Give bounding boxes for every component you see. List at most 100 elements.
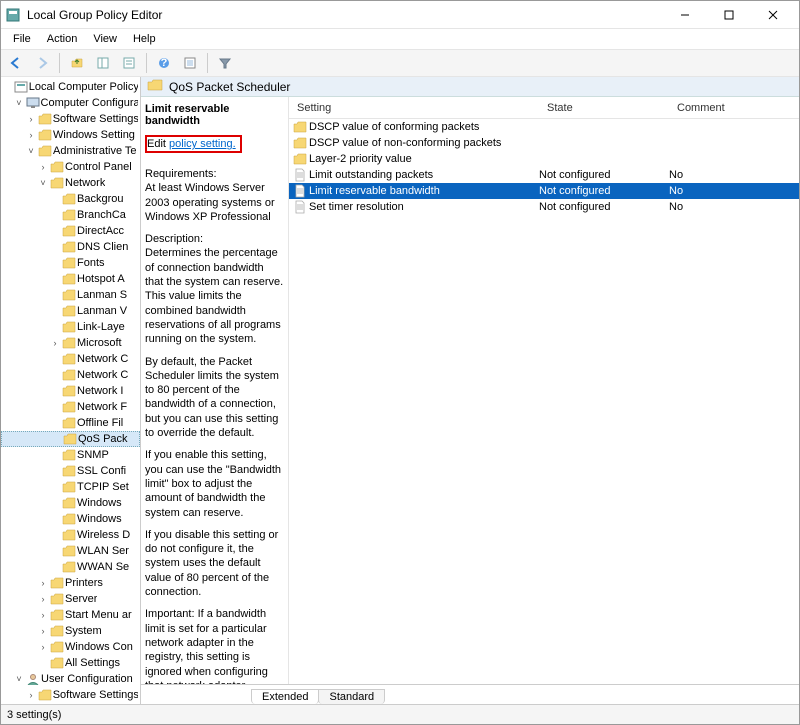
column-setting[interactable]: Setting (289, 97, 539, 118)
back-button[interactable] (5, 52, 27, 74)
list-row[interactable]: DSCP value of non-conforming packets (289, 135, 799, 151)
help-button[interactable]: ? (153, 52, 175, 74)
tree-item[interactable]: Local Computer Policy (1, 79, 140, 95)
tree-item[interactable]: ›Printers (1, 575, 140, 591)
folder-icon (49, 592, 65, 606)
tree-item[interactable]: Backgrou (1, 191, 140, 207)
toolbar-divider (59, 53, 60, 73)
filter-button[interactable] (214, 52, 236, 74)
tree-item[interactable]: Network I (1, 383, 140, 399)
expand-icon[interactable]: › (25, 690, 37, 700)
expand-icon[interactable]: › (25, 114, 37, 124)
tree-item[interactable]: DNS Clien (1, 239, 140, 255)
folder-icon (61, 512, 77, 526)
tab-extended[interactable]: Extended (251, 689, 319, 704)
tree-item[interactable]: Fonts (1, 255, 140, 271)
titlebar: Local Group Policy Editor (1, 1, 799, 29)
tree-item[interactable]: ›Microsoft (1, 335, 140, 351)
tree-item-label: DirectAcc (77, 225, 124, 237)
edit-policy-link[interactable]: policy setting. (169, 138, 236, 150)
expand-icon[interactable]: › (37, 610, 49, 620)
tree-item[interactable]: Network C (1, 351, 140, 367)
column-state[interactable]: State (539, 97, 669, 118)
expand-icon[interactable]: › (37, 642, 49, 652)
expand-icon[interactable]: ˅ (37, 178, 49, 188)
menu-file[interactable]: File (5, 31, 39, 47)
minimize-button[interactable] (663, 1, 707, 29)
tree-item-label: Administrative Te (53, 145, 137, 157)
tree-item[interactable]: Offline Fil (1, 415, 140, 431)
tree-item[interactable]: Windows (1, 511, 140, 527)
tree-item[interactable]: Lanman S (1, 287, 140, 303)
tree-item[interactable]: SSL Confi (1, 463, 140, 479)
expand-icon[interactable]: › (49, 338, 61, 348)
up-button[interactable] (66, 52, 88, 74)
expand-icon[interactable]: ˅ (13, 98, 25, 108)
tree-item-label: Network C (77, 369, 128, 381)
column-comment[interactable]: Comment (669, 97, 799, 118)
window-title: Local Group Policy Editor (27, 8, 663, 22)
folder-icon (37, 144, 53, 158)
tree-item[interactable]: DirectAcc (1, 223, 140, 239)
tree-item[interactable]: ›Windows Con (1, 639, 140, 655)
tree-item[interactable]: ›Software Settings (1, 111, 140, 127)
tree-item[interactable]: SNMP (1, 447, 140, 463)
tree-item[interactable]: ›Control Panel (1, 159, 140, 175)
tree-item[interactable]: Hotspot A (1, 271, 140, 287)
tree-item[interactable]: Windows (1, 495, 140, 511)
tree-item[interactable]: Link-Laye (1, 319, 140, 335)
tree-item[interactable]: WWAN Se (1, 559, 140, 575)
tree-item[interactable]: All Settings (1, 655, 140, 671)
tree-item[interactable]: TCPIP Set (1, 479, 140, 495)
tree-item[interactable]: ˅User Configuration (1, 671, 140, 687)
tree-item[interactable]: ˅Computer Configura (1, 95, 140, 111)
tree-item-label: WLAN Ser (77, 545, 129, 557)
tree-item-label: Software Settings (53, 689, 138, 701)
folder-icon (61, 464, 77, 478)
cell-comment: No (669, 185, 799, 197)
tree-item[interactable]: › Server (1, 591, 140, 607)
tree-item[interactable]: ˅ Administrative Te (1, 143, 140, 159)
tree-item[interactable]: Lanman V (1, 303, 140, 319)
expand-icon[interactable]: › (37, 162, 49, 172)
tree-item[interactable]: › Software Settings (1, 687, 140, 703)
list-row[interactable]: Limit outstanding packetsNot configuredN… (289, 167, 799, 183)
show-tree-button[interactable] (92, 52, 114, 74)
list-row[interactable]: DSCP value of conforming packets (289, 119, 799, 135)
menu-help[interactable]: Help (125, 31, 164, 47)
navigation-tree[interactable]: Local Computer Policy˅Computer Configura… (1, 77, 141, 704)
expand-icon[interactable]: › (37, 578, 49, 588)
expand-icon[interactable]: ˅ (13, 674, 25, 684)
tree-item[interactable]: ›System (1, 623, 140, 639)
list-row[interactable]: Limit reservable bandwidthNot configured… (289, 183, 799, 199)
properties-button[interactable] (118, 52, 140, 74)
folder-icon (61, 192, 77, 206)
close-button[interactable] (751, 1, 795, 29)
expand-icon[interactable]: › (25, 130, 37, 140)
expand-icon[interactable]: › (37, 594, 49, 604)
expand-icon[interactable]: ˅ (25, 146, 37, 156)
list-row[interactable]: Set timer resolutionNot configuredNo (289, 199, 799, 215)
list-row[interactable]: Layer-2 priority value (289, 151, 799, 167)
tree-item[interactable]: ˅Network (1, 175, 140, 191)
tree-item[interactable]: BranchCa (1, 207, 140, 223)
tree-item[interactable]: ›Windows Setting (1, 127, 140, 143)
expand-icon[interactable]: › (37, 626, 49, 636)
menu-action[interactable]: Action (39, 31, 86, 47)
tree-item[interactable]: Wireless D (1, 527, 140, 543)
tab-standard[interactable]: Standard (318, 689, 385, 704)
cell-setting: Limit outstanding packets (307, 169, 539, 181)
tree-item-label: Server (65, 593, 97, 605)
tree-item[interactable]: ›Start Menu ar (1, 607, 140, 623)
window-buttons (663, 1, 795, 29)
folder-icon (61, 416, 77, 430)
tree-item[interactable]: Network C (1, 367, 140, 383)
tree-item[interactable]: QoS Pack (1, 431, 140, 447)
folder-icon (61, 304, 77, 318)
tree-item[interactable]: WLAN Ser (1, 543, 140, 559)
forward-button[interactable] (31, 52, 53, 74)
refresh-button[interactable] (179, 52, 201, 74)
tree-item[interactable]: Network F (1, 399, 140, 415)
maximize-button[interactable] (707, 1, 751, 29)
menu-view[interactable]: View (85, 31, 125, 47)
